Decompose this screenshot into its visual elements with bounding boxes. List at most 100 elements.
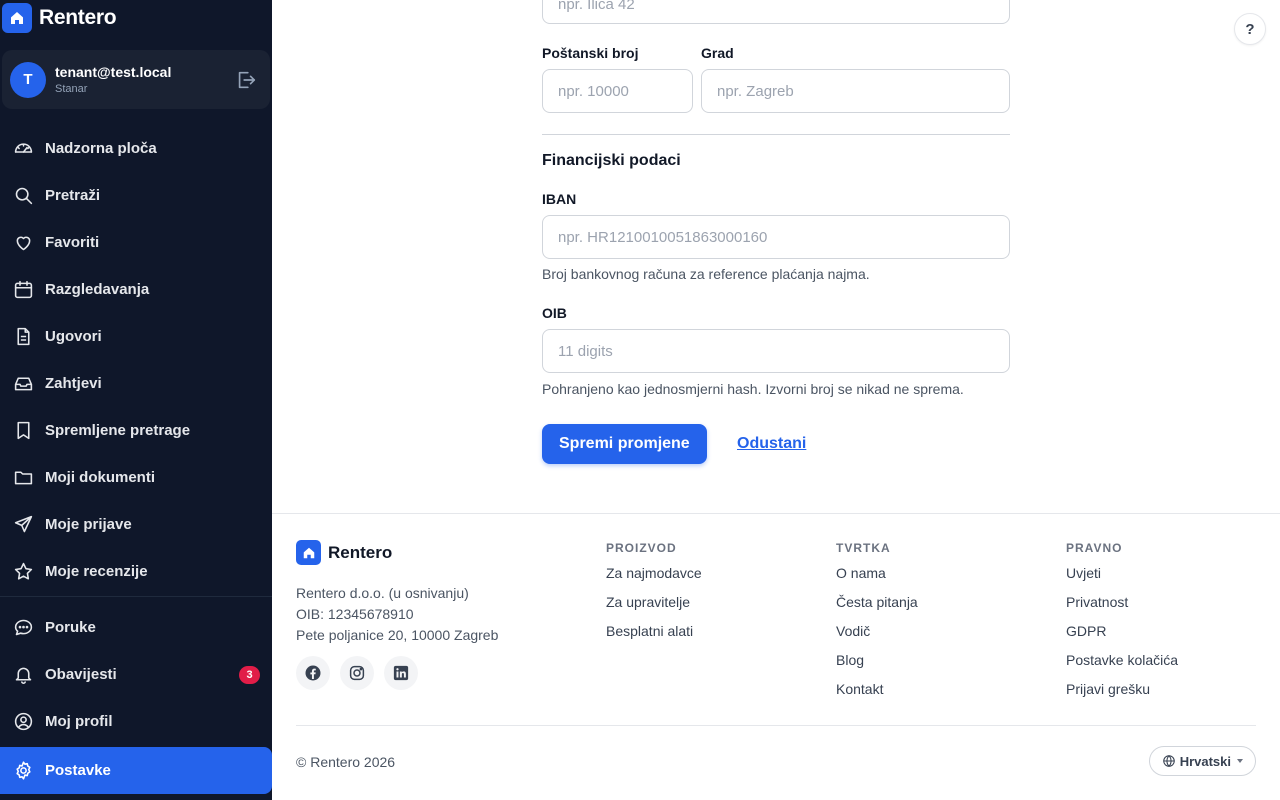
- footer-col-company: TVRTKA O nama Česta pitanja Vodič Blog K…: [836, 541, 918, 711]
- footer-link[interactable]: Za najmodavce: [606, 566, 702, 595]
- company-name: Rentero d.o.o. (u osnivanju): [296, 585, 469, 601]
- calendar-icon: [12, 279, 34, 301]
- footer-link[interactable]: O nama: [836, 566, 918, 595]
- financial-section-title: Financijski podaci: [542, 152, 681, 169]
- sidebar-item-profile[interactable]: Moj profil: [0, 698, 272, 745]
- help-button[interactable]: ?: [1234, 13, 1266, 45]
- chat-icon: [12, 617, 34, 639]
- footer-divider: [296, 725, 1256, 726]
- sidebar-item-label: Favoriti: [45, 234, 100, 251]
- home-icon: [296, 540, 321, 565]
- gear-icon: [12, 760, 34, 782]
- footer-brand-name: Rentero: [328, 542, 393, 562]
- sidebar-item-label: Moje recenzije: [45, 563, 148, 580]
- brand[interactable]: Rentero: [0, 0, 117, 36]
- sidebar-item-saved-searches[interactable]: Spremljene pretrage: [0, 407, 272, 454]
- star-icon: [12, 561, 34, 583]
- notification-badge: 3: [239, 665, 260, 684]
- footer-col-title: PRAVNO: [1066, 541, 1123, 555]
- send-icon: [12, 514, 34, 536]
- section-divider: [542, 134, 1010, 135]
- city-label: Grad: [701, 45, 734, 61]
- inbox-icon: [12, 373, 34, 395]
- language-label: Hrvatski: [1179, 753, 1231, 769]
- language-select[interactable]: Hrvatski: [1148, 746, 1256, 776]
- footer-link[interactable]: Privatnost: [1066, 595, 1178, 624]
- sidebar-item-settings[interactable]: Postavke: [0, 747, 272, 794]
- footer-link[interactable]: Uvjeti: [1066, 566, 1178, 595]
- sidebar-item-notifications[interactable]: Obavijesti 3: [0, 651, 272, 698]
- sidebar-item-documents[interactable]: Moji dokumenti: [0, 454, 272, 501]
- sidebar-item-requests[interactable]: Zahtjevi: [0, 360, 272, 407]
- footer-link[interactable]: Prijavi grešku: [1066, 682, 1178, 711]
- sidebar-item-label: Zahtjevi: [45, 375, 102, 392]
- instagram-icon[interactable]: [340, 656, 374, 690]
- sidebar-item-applications[interactable]: Moje prijave: [0, 501, 272, 548]
- sidebar-item-label: Moje prijave: [45, 516, 132, 533]
- footer-link[interactable]: Za upravitelje: [606, 595, 702, 624]
- oib-placeholder: 11 digits: [558, 342, 613, 360]
- sidebar-item-reviews[interactable]: Moje recenzije: [0, 548, 272, 595]
- cancel-link[interactable]: Odustani: [737, 435, 806, 453]
- sidebar-item-dashboard[interactable]: Nadzorna ploča: [0, 125, 272, 172]
- company-address: Pete poljanice 20, 10000 Zagreb: [296, 627, 499, 643]
- user-circle-icon: [12, 711, 34, 733]
- sidebar-item-viewings[interactable]: Razgledavanja: [0, 266, 272, 313]
- iban-label: IBAN: [542, 191, 577, 207]
- oib-input[interactable]: 11 digits: [542, 329, 1010, 373]
- nav-divider: [0, 596, 272, 597]
- home-icon: [2, 3, 32, 33]
- sidebar-item-label: Postavke: [45, 762, 111, 779]
- footer-link[interactable]: Besplatni alati: [606, 624, 702, 653]
- bell-icon: [12, 664, 34, 686]
- copyright: © Rentero 2026: [296, 754, 396, 770]
- logout-icon[interactable]: [234, 68, 258, 92]
- sidebar-item-label: Spremljene pretrage: [45, 422, 191, 439]
- main-content: ? npr. Ilica 42 Poštanski broj Grad npr.…: [272, 0, 1280, 800]
- social-links: [296, 656, 418, 690]
- footer-col-title: PROIZVOD: [606, 541, 677, 555]
- sidebar-item-favorites[interactable]: Favoriti: [0, 219, 272, 266]
- company-oib: OIB: 12345678910: [296, 606, 414, 622]
- sidebar-item-messages[interactable]: Poruke: [0, 604, 272, 651]
- iban-placeholder: npr. HR1210010051863000160: [558, 228, 768, 246]
- user-info: tenant@test.local Stanar: [55, 64, 234, 95]
- sidebar-item-label: Obavijesti: [45, 666, 117, 683]
- street-input[interactable]: npr. Ilica 42: [542, 0, 1010, 24]
- iban-hint: Broj bankovnog računa za reference plaća…: [542, 266, 870, 282]
- dashboard-icon: [12, 138, 34, 160]
- footer-link[interactable]: Česta pitanja: [836, 595, 918, 624]
- brand-name: Rentero: [39, 6, 117, 29]
- footer-link[interactable]: Vodič: [836, 624, 918, 653]
- sidebar-item-label: Razgledavanja: [45, 281, 150, 298]
- avatar: T: [10, 61, 46, 98]
- globe-icon: [1162, 754, 1176, 768]
- footer-link[interactable]: Kontakt: [836, 682, 918, 711]
- user-email: tenant@test.local: [55, 64, 172, 80]
- chevron-down-icon: [1237, 759, 1243, 763]
- sidebar-item-label: Nadzorna ploča: [45, 140, 157, 157]
- facebook-icon[interactable]: [296, 656, 330, 690]
- company-info: Rentero d.o.o. (u osnivanju) OIB: 123456…: [296, 583, 498, 646]
- sidebar-item-search[interactable]: Pretraži: [0, 172, 272, 219]
- iban-input[interactable]: npr. HR1210010051863000160: [542, 215, 1010, 259]
- sidebar-item-label: Moj profil: [45, 713, 113, 730]
- footer-link[interactable]: Postavke kolačića: [1066, 653, 1178, 682]
- bookmark-icon: [12, 420, 34, 442]
- save-button[interactable]: Spremi promjene: [542, 424, 707, 464]
- sidebar-item-label: Pretraži: [45, 187, 101, 204]
- sidebar-nav: Nadzorna ploča Pretraži Favoriti Razgled…: [0, 125, 272, 595]
- footer-brand[interactable]: Rentero: [296, 540, 392, 565]
- footer-col-product: PROIZVOD Za najmodavce Za upravitelje Be…: [606, 541, 702, 653]
- footer-link[interactable]: Blog: [836, 653, 918, 682]
- sidebar-nav-secondary: Poruke Obavijesti 3 Moj profil Postavke: [0, 604, 272, 794]
- city-input[interactable]: npr. Zagreb: [701, 69, 1010, 113]
- postal-input[interactable]: npr. 10000: [542, 69, 693, 113]
- street-placeholder: npr. Ilica 42: [558, 0, 635, 13]
- heart-icon: [12, 232, 34, 254]
- linkedin-icon[interactable]: [384, 656, 418, 690]
- sidebar-item-label: Ugovori: [45, 328, 102, 345]
- footer: Rentero Rentero d.o.o. (u osnivanju) OIB…: [272, 513, 1280, 800]
- footer-link[interactable]: GDPR: [1066, 624, 1178, 653]
- sidebar-item-contracts[interactable]: Ugovori: [0, 313, 272, 360]
